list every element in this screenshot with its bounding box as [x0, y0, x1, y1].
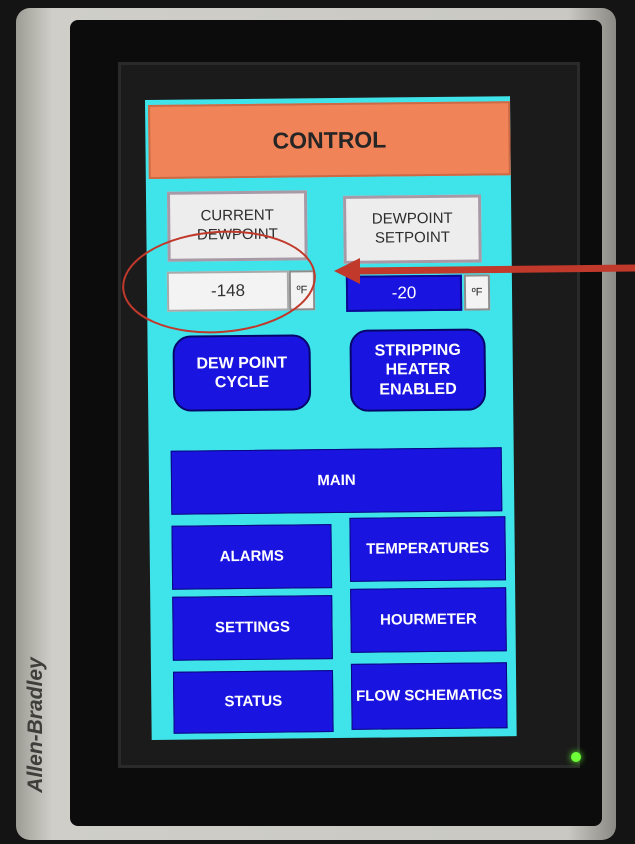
alarms-button[interactable]: ALARMS: [171, 524, 333, 590]
dewpoint-setpoint-label: DEWPOINT SETPOINT: [343, 194, 482, 264]
brand-logo: Allen-Bradley: [24, 657, 47, 793]
page-title: CONTROL: [148, 101, 511, 179]
hmi-screen: CONTROL CURRENT DEWPOINT -148 ºF DEWPOIN…: [145, 96, 517, 740]
main-button[interactable]: MAIN: [170, 447, 503, 515]
hourmeter-button[interactable]: HOURMETER: [350, 587, 507, 653]
stripping-heater-indicator: STRIPPING HEATER ENABLED: [349, 328, 487, 412]
current-dewpoint-label: CURRENT DEWPOINT: [166, 190, 308, 262]
current-dewpoint-value: -148: [166, 270, 290, 312]
flow-schematics-button[interactable]: FLOW SCHEMATICS: [350, 662, 508, 730]
dewpoint-setpoint-input[interactable]: -20: [345, 274, 463, 312]
power-led-icon: [571, 752, 581, 762]
status-button[interactable]: STATUS: [172, 670, 334, 734]
current-dewpoint-unit: ºF: [288, 270, 316, 311]
dewpoint-setpoint-unit: ºF: [463, 274, 491, 311]
dew-point-cycle-indicator: DEW POINT CYCLE: [172, 334, 312, 412]
settings-button[interactable]: SETTINGS: [172, 595, 333, 661]
temperatures-button[interactable]: TEMPERATURES: [349, 516, 507, 582]
